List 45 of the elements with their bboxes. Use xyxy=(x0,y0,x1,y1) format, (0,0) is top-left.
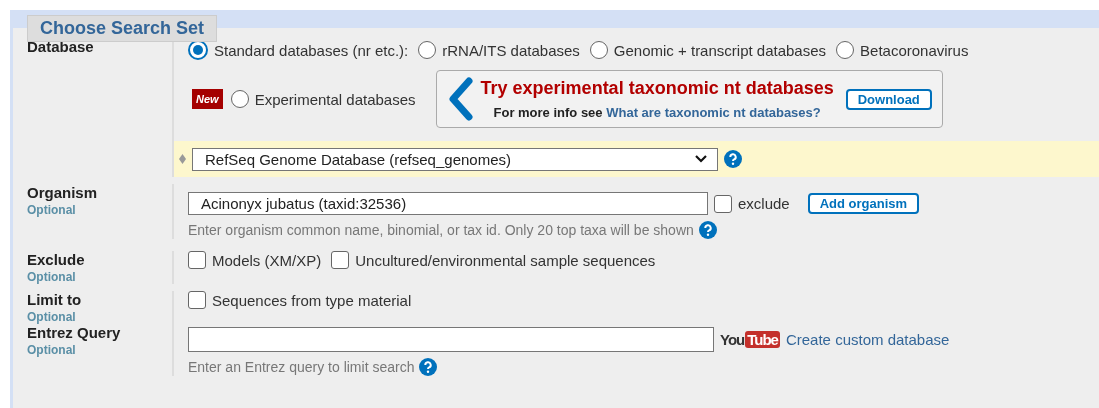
option-label: exclude xyxy=(738,195,790,212)
custom-database-link[interactable]: Create custom database xyxy=(785,331,950,348)
radio-button[interactable] xyxy=(836,41,855,59)
help-icon[interactable] xyxy=(698,221,717,239)
option-label: Sequences from type material xyxy=(212,291,412,309)
hint-text: Enter an Entrez query to limit search xyxy=(188,359,415,375)
checkbox[interactable] xyxy=(188,251,206,269)
radio-button[interactable] xyxy=(188,40,208,60)
help-icon[interactable] xyxy=(724,150,742,168)
entrez-query-field[interactable] xyxy=(188,327,714,352)
download-button[interactable]: Download xyxy=(845,88,932,110)
checkbox[interactable] xyxy=(331,251,350,269)
radio-button[interactable] xyxy=(589,41,608,59)
field-label: Entrez Query xyxy=(27,324,122,341)
option-label: Experimental databases xyxy=(254,90,416,108)
checkbox[interactable] xyxy=(714,194,732,213)
add-organism-button[interactable]: Add organism xyxy=(807,193,920,214)
optional-label: Optional xyxy=(27,203,77,217)
promo-link[interactable]: What are taxonomic nt databases? xyxy=(606,105,821,120)
option-label: Uncultured/environmental sample sequences xyxy=(355,251,656,269)
option-label: Genomic + transcript databases xyxy=(613,41,827,59)
section-title: Choose Search Set xyxy=(27,15,218,42)
field-label: Exclude xyxy=(27,251,86,268)
checkbox[interactable] xyxy=(188,291,206,309)
hint-text: Enter organism common name, binomial, or tax id. Only 20 top taxa will be shown xyxy=(188,222,694,238)
optional-label: Optional xyxy=(27,310,77,324)
option-label: Models (XM/XP) xyxy=(212,251,322,269)
option-label: Standard databases (nr etc.): xyxy=(214,41,409,59)
radio-button[interactable] xyxy=(230,90,249,108)
field-label: Limit to xyxy=(27,291,83,308)
promo-title: Try experimental taxonomic nt databases xyxy=(480,78,834,99)
optional-label: Optional xyxy=(27,343,77,357)
chevron-left-icon[interactable] xyxy=(446,77,473,121)
radio-button[interactable] xyxy=(418,41,437,59)
field-label: Organism xyxy=(27,184,99,201)
optional-label: Optional xyxy=(27,270,77,284)
option-label: rRNA/ITS databases xyxy=(442,41,580,59)
new-badge: New xyxy=(192,89,223,109)
promo-text: For more info see What are taxonomic nt databases? xyxy=(492,105,822,120)
option-label: Betacoronavirus xyxy=(860,41,969,59)
diamond-icon xyxy=(179,154,186,164)
database-select[interactable]: RefSeq Genome Database (refseq_genomes) xyxy=(192,147,718,171)
help-icon[interactable] xyxy=(419,358,438,376)
organism-field[interactable]: Acinonyx jubatus (taxid:32536) xyxy=(188,192,708,215)
chevron-down-icon xyxy=(695,155,707,163)
